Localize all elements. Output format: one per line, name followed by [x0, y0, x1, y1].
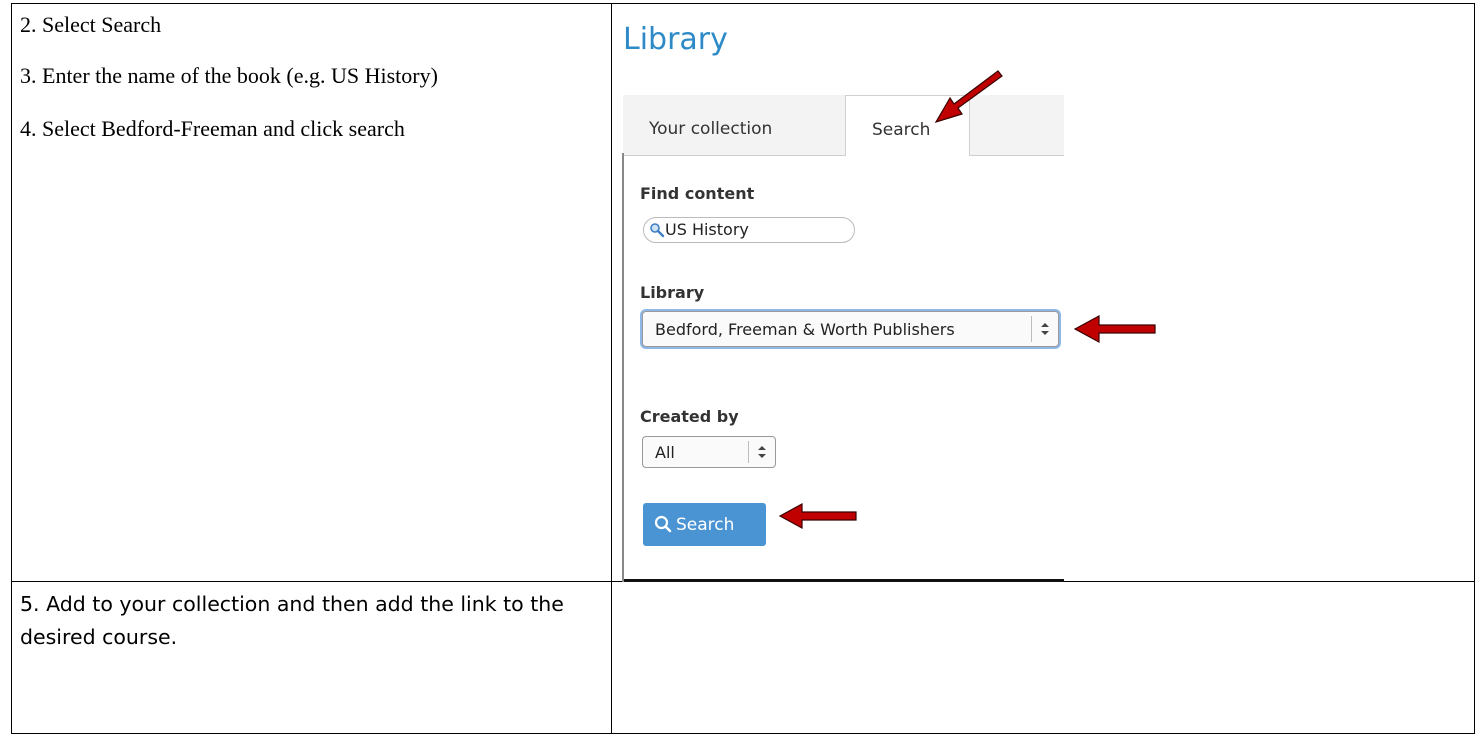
library-screenshot: Library Your collection Search Find cont…: [612, 4, 1064, 582]
library-label: Library: [640, 283, 705, 302]
step-5-cell: 5. Add to your collection and then add t…: [11, 581, 612, 734]
created-by-label: Created by: [640, 407, 739, 426]
step-5-text: 5. Add to your collection and then add t…: [20, 592, 564, 649]
panel-left-border: [622, 153, 624, 582]
select-arrows-icon: [1031, 316, 1058, 342]
step-2-text: 2. Select Search: [20, 12, 162, 37]
library-select[interactable]: Bedford, Freeman & Worth Publishers: [642, 311, 1059, 347]
search-icon: [650, 223, 665, 238]
arrow-to-library-select-icon: [1073, 314, 1156, 343]
screenshot-cell: Library Your collection Search Find cont…: [611, 3, 1475, 582]
search-icon: [654, 515, 672, 533]
arrow-to-search-button-icon: [778, 502, 857, 530]
step-4-text: 4. Select Bedford-Freeman and click sear…: [20, 116, 405, 141]
select-arrows-icon: [748, 441, 775, 463]
search-button-label: Search: [676, 515, 735, 535]
empty-cell: [611, 581, 1475, 734]
search-input[interactable]: US History: [643, 217, 855, 243]
created-by-select-value: All: [655, 443, 675, 462]
search-input-value: US History: [665, 220, 749, 239]
library-select-value: Bedford, Freeman & Worth Publishers: [655, 320, 955, 339]
instruction-table: 2. Select Search 3. Enter the name of th…: [11, 3, 1475, 734]
library-title: Library: [623, 22, 728, 57]
created-by-select[interactable]: All: [642, 436, 776, 468]
instructions-cell: 2. Select Search 3. Enter the name of th…: [11, 3, 612, 582]
find-content-label: Find content: [640, 184, 755, 203]
step-3-text: 3. Enter the name of the book (e.g. US H…: [20, 63, 438, 88]
panel-bottom-border: [624, 579, 1064, 582]
search-button[interactable]: Search: [643, 503, 766, 546]
tab-search-label: Search: [872, 120, 931, 140]
tab-your-collection[interactable]: Your collection: [649, 119, 772, 139]
arrow-to-search-tab-icon: [934, 70, 1003, 124]
